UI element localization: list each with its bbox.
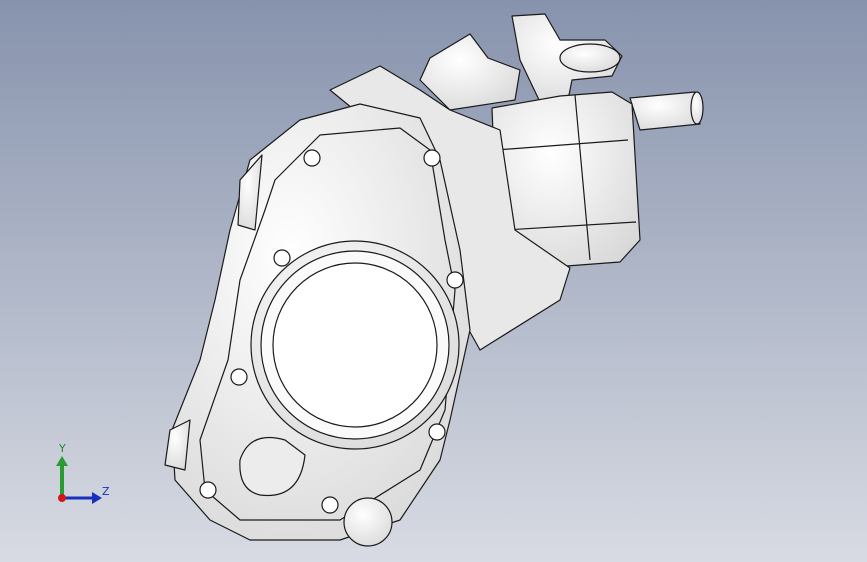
z-axis-arrowhead [92, 492, 102, 504]
y-axis-label: Y [59, 442, 66, 455]
z-axis-label: Z [102, 485, 110, 498]
axis-origin [58, 494, 66, 502]
viewport-background [0, 0, 867, 562]
axis-triad: Y Z [48, 438, 120, 510]
graphics-viewport[interactable]: Y Z [0, 0, 867, 562]
y-axis-arrowhead [56, 456, 68, 466]
